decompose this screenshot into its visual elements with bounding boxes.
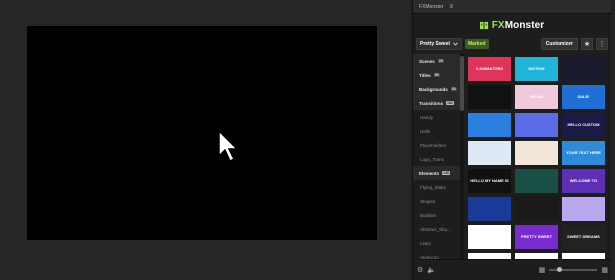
template-thumbnail[interactable]	[468, 85, 511, 109]
thumbnail-label: SALE!	[577, 93, 590, 99]
brand-suffix: Monster	[504, 19, 545, 31]
template-thumbnail[interactable]	[468, 225, 511, 249]
sidebar-item-label: Transitions	[419, 100, 444, 106]
sidebar-item-label: Bubbles	[420, 212, 437, 218]
sidebar-item-label: Placeholders	[420, 142, 447, 148]
pack-dropdown[interactable]: Pretty Sweet	[416, 38, 463, 50]
sidebar-item-label: Halfs	[420, 128, 431, 134]
template-thumbnail[interactable]: HELLO CUSTOM	[562, 113, 605, 137]
sidebar-item[interactable]: Abstract_Sha...	[413, 222, 460, 236]
template-thumbnail[interactable]: SWEET DREAMS	[562, 225, 605, 249]
panel-tab-label: FXMonster	[419, 3, 444, 10]
zoom-slider-knob[interactable]	[557, 267, 563, 272]
sidebar-item[interactable]: Backgrounds 84	[413, 82, 460, 96]
template-thumbnail[interactable]: HELLO	[515, 85, 558, 109]
template-thumbnail[interactable]	[468, 197, 511, 221]
sidebar-item[interactable]: Titles 86	[413, 68, 460, 82]
sidebar-item-label: Abstract_Sha...	[420, 226, 451, 232]
thumbnail-label: HELLO MY NAME IS	[470, 177, 509, 183]
template-thumbnail[interactable]	[562, 57, 605, 81]
toolbar: Pretty Sweet Marked Customizer ★ ⋮	[413, 37, 611, 51]
more-icon[interactable]: ⋮	[596, 38, 608, 50]
large-grid-icon[interactable]: ▦	[601, 266, 608, 274]
bottom-bar: ⚙ 🔈 ▦ ▦	[413, 259, 612, 280]
star-icon[interactable]: ★	[581, 38, 593, 50]
sidebar-item-label: Backgrounds	[419, 86, 448, 92]
thumbnail-label: // ANIMATORS	[475, 65, 504, 71]
content-area: Scenes 26 Titles 86 Backgrounds 84 Transitions…	[413, 54, 612, 259]
template-thumbnail[interactable]: SALE!	[562, 85, 605, 109]
pack-dropdown-value: Pretty Sweet	[420, 41, 451, 47]
mouse-cursor-icon	[218, 130, 239, 162]
template-thumbnail[interactable]	[515, 197, 558, 221]
sidebar-item[interactable]: Halfs	[413, 124, 460, 138]
sidebar-item[interactable]: Scenes 26	[413, 54, 460, 68]
settings-icon[interactable]: ⚙	[417, 266, 423, 274]
template-thumbnail[interactable]	[515, 141, 558, 165]
thumbnail-label: YOUR TEXT HERE	[565, 149, 602, 155]
thumbnail-label: WELCOME TO	[569, 177, 598, 183]
sidebar-item[interactable]: Elements 149	[413, 166, 460, 180]
template-thumbnail[interactable]	[515, 113, 558, 137]
sidebar-item-label: Scenes	[419, 58, 435, 64]
sidebar-item[interactable]: Handy	[413, 110, 460, 124]
template-thumbnail[interactable]: YOUR TEXT HERE	[562, 141, 605, 165]
grid-view-icon[interactable]: ▦	[539, 266, 546, 274]
template-thumbnail[interactable]: PRETTY SWEET	[515, 225, 558, 249]
sidebar-item-label: Logo_Trans	[420, 156, 444, 162]
sidebar-item[interactable]: Placeholders	[413, 138, 460, 152]
template-thumbnail[interactable]: WELCOME TO	[562, 169, 605, 193]
template-thumbnail[interactable]: // ANIMATORS	[468, 57, 511, 81]
sidebar-item-label: Elements	[419, 170, 440, 176]
sidebar-item[interactable]: Lines	[413, 236, 460, 250]
sidebar-item-label: Handy	[420, 114, 434, 120]
fxmonster-panel: FXMonster ≡ FXMonster Pretty Sweet Marke…	[412, 0, 612, 280]
brand-prefix: FX	[491, 19, 505, 31]
marked-badge[interactable]: Marked	[465, 39, 489, 49]
sidebar-item-count: 86	[433, 73, 440, 77]
sidebar-scrollbar[interactable]	[460, 54, 464, 259]
zoom-slider[interactable]	[549, 267, 598, 272]
scrollbar-thumb[interactable]	[460, 56, 464, 111]
sidebar-item[interactable]: Flying_Slabs	[413, 180, 460, 194]
sidebar-item[interactable]: Transitions 182	[413, 96, 460, 110]
template-thumbnail[interactable]	[468, 113, 511, 137]
sidebar-item[interactable]: Logo_Trans	[413, 152, 460, 166]
thumbnail-label: MOTION	[528, 65, 545, 71]
sidebar-item-label: Lines	[420, 240, 431, 246]
customize-button[interactable]: Customizer	[540, 38, 578, 50]
panel-tab[interactable]: FXMonster ≡	[413, 0, 611, 14]
sidebar-item-count: 26	[437, 59, 444, 63]
sidebar-item-count: 182	[446, 101, 454, 105]
sidebar-item[interactable]: Bubbles	[413, 208, 460, 222]
thumbnail-label: HELLO CUSTOM	[567, 121, 600, 127]
sidebar-item[interactable]: Atomicon	[413, 250, 460, 260]
chevron-down-icon	[453, 42, 458, 46]
brand-header: FXMonster	[413, 14, 611, 36]
category-sidebar: Scenes 26 Titles 86 Backgrounds 84 Transitions…	[413, 54, 460, 259]
template-thumbnail[interactable]: HELLO MY NAME IS	[468, 169, 511, 193]
sidebar-item-label: Titles	[419, 72, 431, 78]
template-thumbnail[interactable]: MOTION	[515, 57, 558, 81]
thumbnail-label: HELLO	[529, 93, 544, 99]
thumbnail-grid: // ANIMATORS MOTION HELLO SALE! HELLO CUSTOM…	[464, 54, 612, 259]
brand-name: FXMonster	[492, 20, 545, 31]
program-monitor[interactable]	[27, 26, 377, 240]
template-thumbnail[interactable]	[562, 197, 605, 221]
sidebar-item-count: 149	[442, 171, 450, 175]
fxmonster-logo-icon	[479, 21, 488, 29]
preview-area	[0, 0, 410, 280]
panel-menu-icon[interactable]: ≡	[449, 4, 453, 10]
sidebar-item-label: Flying_Slabs	[420, 184, 446, 190]
app-window: FXMonster ≡ FXMonster Pretty Sweet Marke…	[0, 0, 615, 280]
sidebar-item-label: Shapes	[420, 198, 436, 204]
sidebar-item[interactable]: Shapes	[413, 194, 460, 208]
thumbnail-label: SWEET DREAMS	[567, 233, 600, 239]
volume-icon[interactable]: 🔈	[427, 266, 436, 274]
template-thumbnail[interactable]	[515, 169, 558, 193]
thumbnail-label: PRETTY SWEET	[520, 233, 553, 239]
sidebar-item-count: 84	[450, 87, 457, 91]
template-thumbnail[interactable]	[468, 141, 511, 165]
